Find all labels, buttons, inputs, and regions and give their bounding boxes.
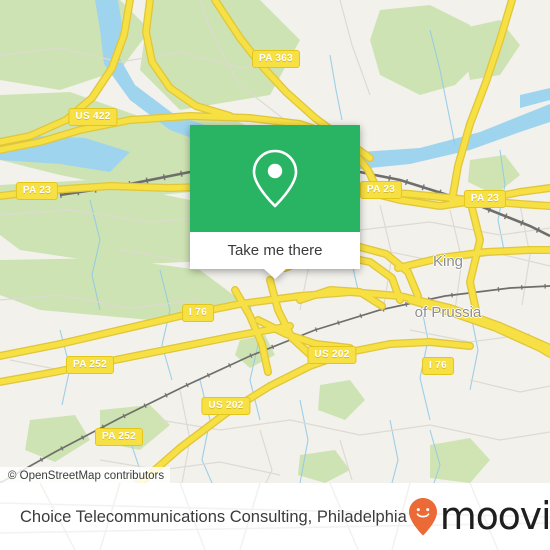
shield-pa-23-east[interactable]: PA 23	[463, 190, 507, 208]
shield-pa-252-south[interactable]: PA 252	[94, 428, 144, 446]
shield-pa-23-center[interactable]: PA 23	[359, 181, 403, 199]
shield-us-422[interactable]: US 422	[68, 108, 118, 126]
map-page: King of Prussia PA 363 US 422 PA 23 PA 2…	[0, 0, 550, 550]
take-me-there-label: Take me there	[227, 241, 323, 259]
place-label-king-of-prussia: King of Prussia	[415, 219, 482, 355]
osm-attribution[interactable]: © OpenStreetMap contributors	[0, 467, 171, 483]
place-label-line1: King	[432, 253, 464, 270]
shield-pa-252-north[interactable]: PA 252	[65, 356, 115, 374]
shield-pa-23-west[interactable]: PA 23	[15, 182, 59, 200]
moovit-brand[interactable]: moovit	[408, 497, 550, 537]
location-popup-card[interactable]: Take me there	[190, 125, 360, 279]
page-footer: Choice Telecommunications Consulting, Ph…	[0, 483, 550, 550]
shield-i-76-west[interactable]: I 76	[182, 304, 214, 322]
popup-tail-pointer	[264, 269, 286, 279]
location-pin-icon	[250, 148, 300, 210]
shield-us-202-center[interactable]: US 202	[307, 346, 357, 364]
shield-us-202-south[interactable]: US 202	[201, 397, 251, 415]
place-label-line2: of Prussia	[414, 304, 482, 321]
map-canvas[interactable]: King of Prussia PA 363 US 422 PA 23 PA 2…	[0, 0, 550, 483]
footer-title: Choice Telecommunications Consulting, Ph…	[20, 507, 407, 526]
shield-pa-363[interactable]: PA 363	[251, 50, 301, 68]
moovit-wordmark: moovit	[439, 493, 550, 538]
moovit-smiley-pin-icon	[408, 497, 438, 537]
shield-i-76-east[interactable]: I 76	[422, 357, 454, 375]
footer-content: Choice Telecommunications Consulting, Ph…	[0, 483, 550, 550]
popup-header	[190, 125, 360, 232]
popup-body[interactable]: Take me there	[190, 232, 360, 279]
